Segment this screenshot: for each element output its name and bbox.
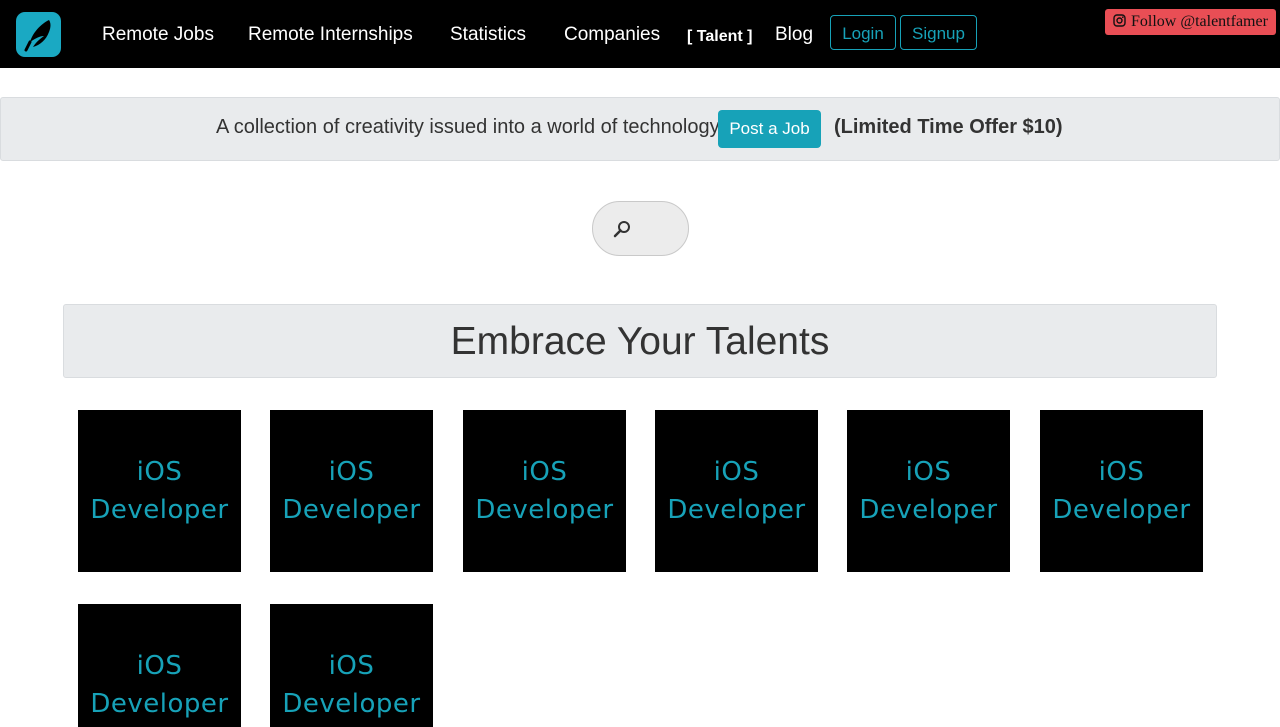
search-box[interactable] (592, 201, 689, 256)
talentfamer-logo[interactable] (16, 12, 61, 57)
nav-companies[interactable]: Companies (564, 23, 660, 46)
talent-title-line1: iOS (136, 651, 183, 681)
heading-panel: Embrace Your Talents (63, 304, 1217, 378)
follow-label: Follow @talentfamer (1131, 13, 1268, 30)
talent-title-line1: iOS (713, 457, 760, 487)
top-navbar: Remote Jobs Remote Internships Statistic… (0, 0, 1280, 68)
talent-title-line1: iOS (521, 457, 568, 487)
talent-card[interactable]: iOS Developer (270, 410, 433, 572)
talent-title-line2: Developer (282, 689, 421, 719)
follow-instagram-button[interactable]: Follow @talentfamer (1105, 9, 1276, 35)
talent-title-line1: iOS (136, 457, 183, 487)
post-job-button[interactable]: Post a Job (718, 110, 821, 148)
talent-title-line2: Developer (859, 495, 998, 525)
talent-card[interactable]: iOS Developer (655, 410, 818, 572)
nav-talent[interactable]: [ Talent ] (687, 25, 752, 48)
login-button[interactable]: Login (830, 15, 896, 50)
nav-remote-internships[interactable]: Remote Internships (248, 23, 413, 46)
talent-card[interactable]: iOS Developer (847, 410, 1010, 572)
page-title: Embrace Your Talents (450, 320, 830, 363)
talent-card[interactable]: iOS Developer (463, 410, 626, 572)
offer-text: (Limited Time Offer $10) (834, 116, 1063, 138)
nav-remote-jobs[interactable]: Remote Jobs (102, 23, 214, 46)
search-input[interactable] (635, 212, 681, 248)
talent-title-line2: Developer (475, 495, 614, 525)
talent-card[interactable]: iOS Developer (270, 604, 433, 727)
nav-blog[interactable]: Blog (775, 23, 813, 46)
talent-title-line1: iOS (328, 651, 375, 681)
feather-logo-icon (24, 20, 51, 52)
talent-card[interactable]: iOS Developer (1040, 410, 1203, 572)
talent-card[interactable]: iOS Developer (78, 410, 241, 572)
talent-title-line2: Developer (667, 495, 806, 525)
signup-button[interactable]: Signup (900, 15, 977, 50)
talent-title-line1: iOS (328, 457, 375, 487)
instagram-icon (1113, 14, 1126, 27)
nav-statistics[interactable]: Statistics (450, 23, 526, 46)
talent-card[interactable]: iOS Developer (78, 604, 241, 727)
talent-title-line2: Developer (282, 495, 421, 525)
talent-title-line2: Developer (1052, 495, 1191, 525)
talent-title-line2: Developer (90, 689, 229, 719)
tagline: A collection of creativity issued into a… (216, 116, 724, 138)
talent-title-line1: iOS (905, 457, 952, 487)
talent-title-line2: Developer (90, 495, 229, 525)
search-icon (613, 221, 630, 238)
talent-title-line1: iOS (1098, 457, 1145, 487)
